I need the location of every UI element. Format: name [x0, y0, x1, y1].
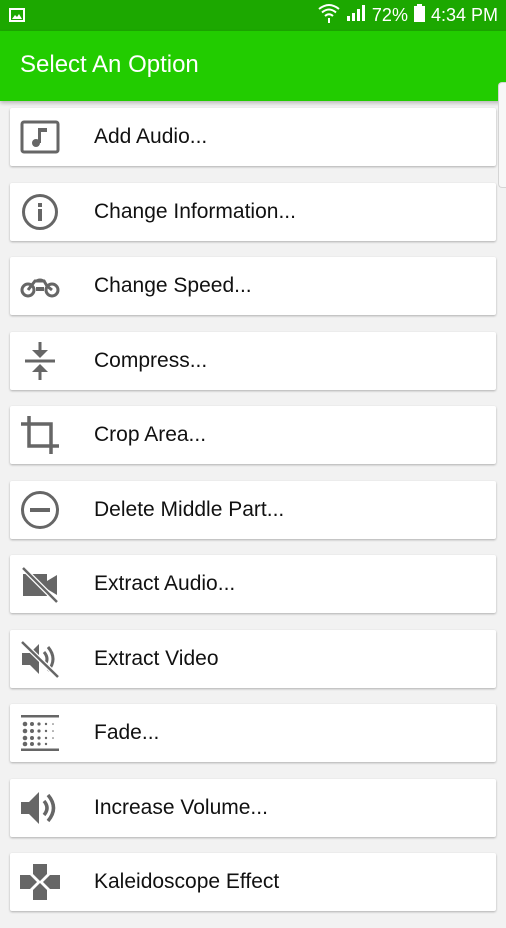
option-change-information[interactable]: Change Information... [10, 182, 496, 241]
status-bar: 72% 4:34 PM [0, 0, 506, 31]
option-extract-video[interactable]: Extract Video [10, 629, 496, 688]
option-label: Extract Video [94, 646, 219, 670]
page-title: Select An Option [20, 51, 199, 78]
option-add-audio[interactable]: Add Audio... [10, 108, 496, 166]
compress-icon [10, 332, 70, 390]
option-label: Delete Middle Part... [94, 497, 285, 521]
options-list: Add Audio... Change Information... Chang… [10, 108, 496, 928]
crop-icon [10, 406, 70, 464]
option-label: Increase Volume... [94, 795, 268, 819]
wifi-icon [318, 3, 340, 28]
option-label: Change Speed... [94, 274, 252, 297]
option-crop-area[interactable]: Crop Area... [10, 406, 496, 464]
option-change-speed[interactable]: Change Speed... [10, 257, 496, 315]
video-off-icon [10, 555, 70, 613]
option-delete-middle-part[interactable]: Delete Middle Part... [10, 480, 496, 539]
option-extract-audio[interactable]: Extract Audio... [10, 555, 496, 613]
clock: 4:34 PM [430, 5, 498, 25]
option-label: Fade... [94, 721, 160, 744]
gamepad-icon [10, 853, 70, 911]
battery-icon [413, 4, 425, 27]
option-fade[interactable]: Fade... [10, 704, 496, 762]
option-label: Add Audio... [94, 125, 208, 148]
music-note-icon [10, 108, 70, 166]
fade-icon [10, 704, 70, 762]
option-label: Compress... [94, 348, 208, 372]
option-compress[interactable]: Compress... [10, 331, 496, 390]
info-icon [10, 183, 70, 241]
motorcycle-icon [10, 257, 70, 315]
volume-off-icon [10, 630, 70, 688]
volume-up-icon [10, 779, 70, 837]
scrollbar[interactable] [498, 82, 506, 188]
option-label: Crop Area... [94, 423, 207, 446]
option-label: Change Information... [94, 199, 296, 223]
option-label: Kaleidoscope Effect [94, 870, 280, 893]
remove-circle-icon [10, 481, 70, 539]
app-bar: Select An Option [0, 31, 506, 101]
signal-icon [346, 4, 366, 27]
option-label: Extract Audio... [94, 572, 236, 595]
battery-percent: 72% [371, 5, 408, 25]
option-kaleidoscope-effect[interactable]: Kaleidoscope Effect [10, 853, 496, 911]
image-notification-icon [9, 8, 25, 27]
option-increase-volume[interactable]: Increase Volume... [10, 778, 496, 837]
